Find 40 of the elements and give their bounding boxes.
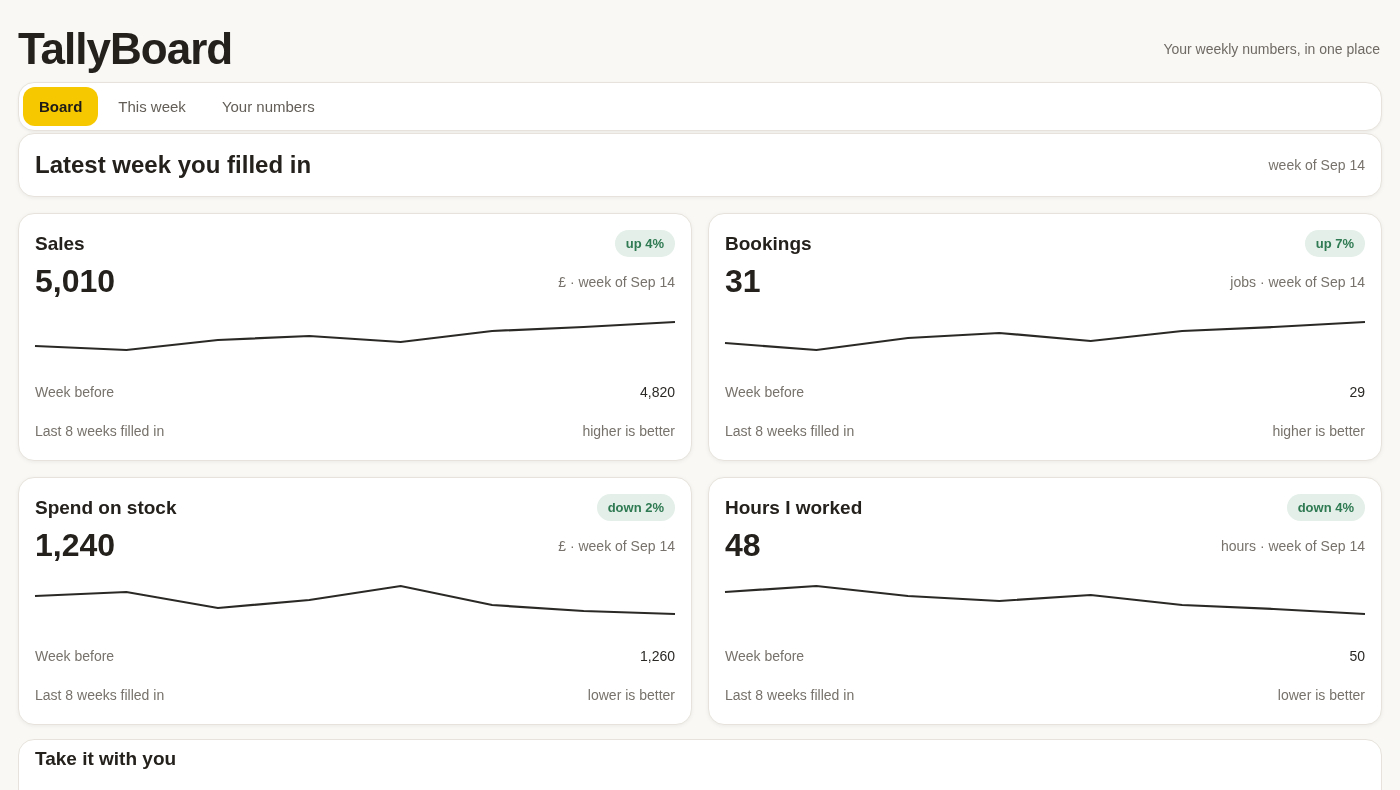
row-value: 4,820 [639, 383, 675, 400]
unit-label: jobs · week of Sep 14 [1230, 273, 1365, 290]
tab[interactable]: Your numbers [205, 87, 331, 126]
unit-label: £ · week of Sep 14 [558, 537, 675, 554]
direction-note: lower is better [587, 686, 675, 703]
row-label: Week before [35, 383, 115, 400]
metric-value: 31 [725, 263, 761, 300]
metric-title: Hours I worked [725, 496, 863, 519]
section-title: Latest week you filled in [35, 151, 312, 179]
metric-value: 1,240 [35, 527, 116, 564]
change-badge: up 7% [1304, 230, 1365, 257]
metric-value: 5,010 [35, 263, 116, 300]
row-label: Last 8 weeks filled in [725, 422, 855, 439]
metric-title: Spend on stock [35, 496, 177, 519]
week-label: week of Sep 14 [1268, 157, 1365, 173]
metric-title: Bookings [725, 232, 812, 255]
direction-note: higher is better [1272, 422, 1365, 439]
direction-note: higher is better [582, 422, 675, 439]
row-value: 29 [1349, 383, 1365, 400]
tab[interactable]: This week [102, 87, 202, 126]
row-label: Last 8 weeks filled in [35, 422, 165, 439]
metric-title: Sales [35, 232, 85, 255]
unit-label: hours · week of Sep 14 [1221, 537, 1365, 554]
row-label: Last 8 weeks filled in [725, 686, 855, 703]
row-label: Last 8 weeks filled in [35, 686, 165, 703]
row-label: Week before [725, 647, 805, 664]
metric-value: 48 [725, 527, 761, 564]
row-label: Week before [35, 647, 115, 664]
section-title: Take it with you [35, 748, 178, 770]
tab[interactable]: Board [23, 87, 99, 126]
change-badge: down 2% [596, 494, 675, 521]
unit-label: £ · week of Sep 14 [558, 273, 675, 290]
change-badge: up 4% [614, 230, 675, 257]
row-value: 1,260 [639, 647, 675, 664]
change-badge: down 4% [1286, 494, 1365, 521]
app-title: TallyBoard [18, 24, 233, 74]
tagline: Your weekly numbers, in one place [1163, 41, 1381, 57]
direction-note: lower is better [1277, 686, 1365, 703]
row-label: Week before [725, 383, 805, 400]
row-value: 50 [1349, 647, 1365, 664]
